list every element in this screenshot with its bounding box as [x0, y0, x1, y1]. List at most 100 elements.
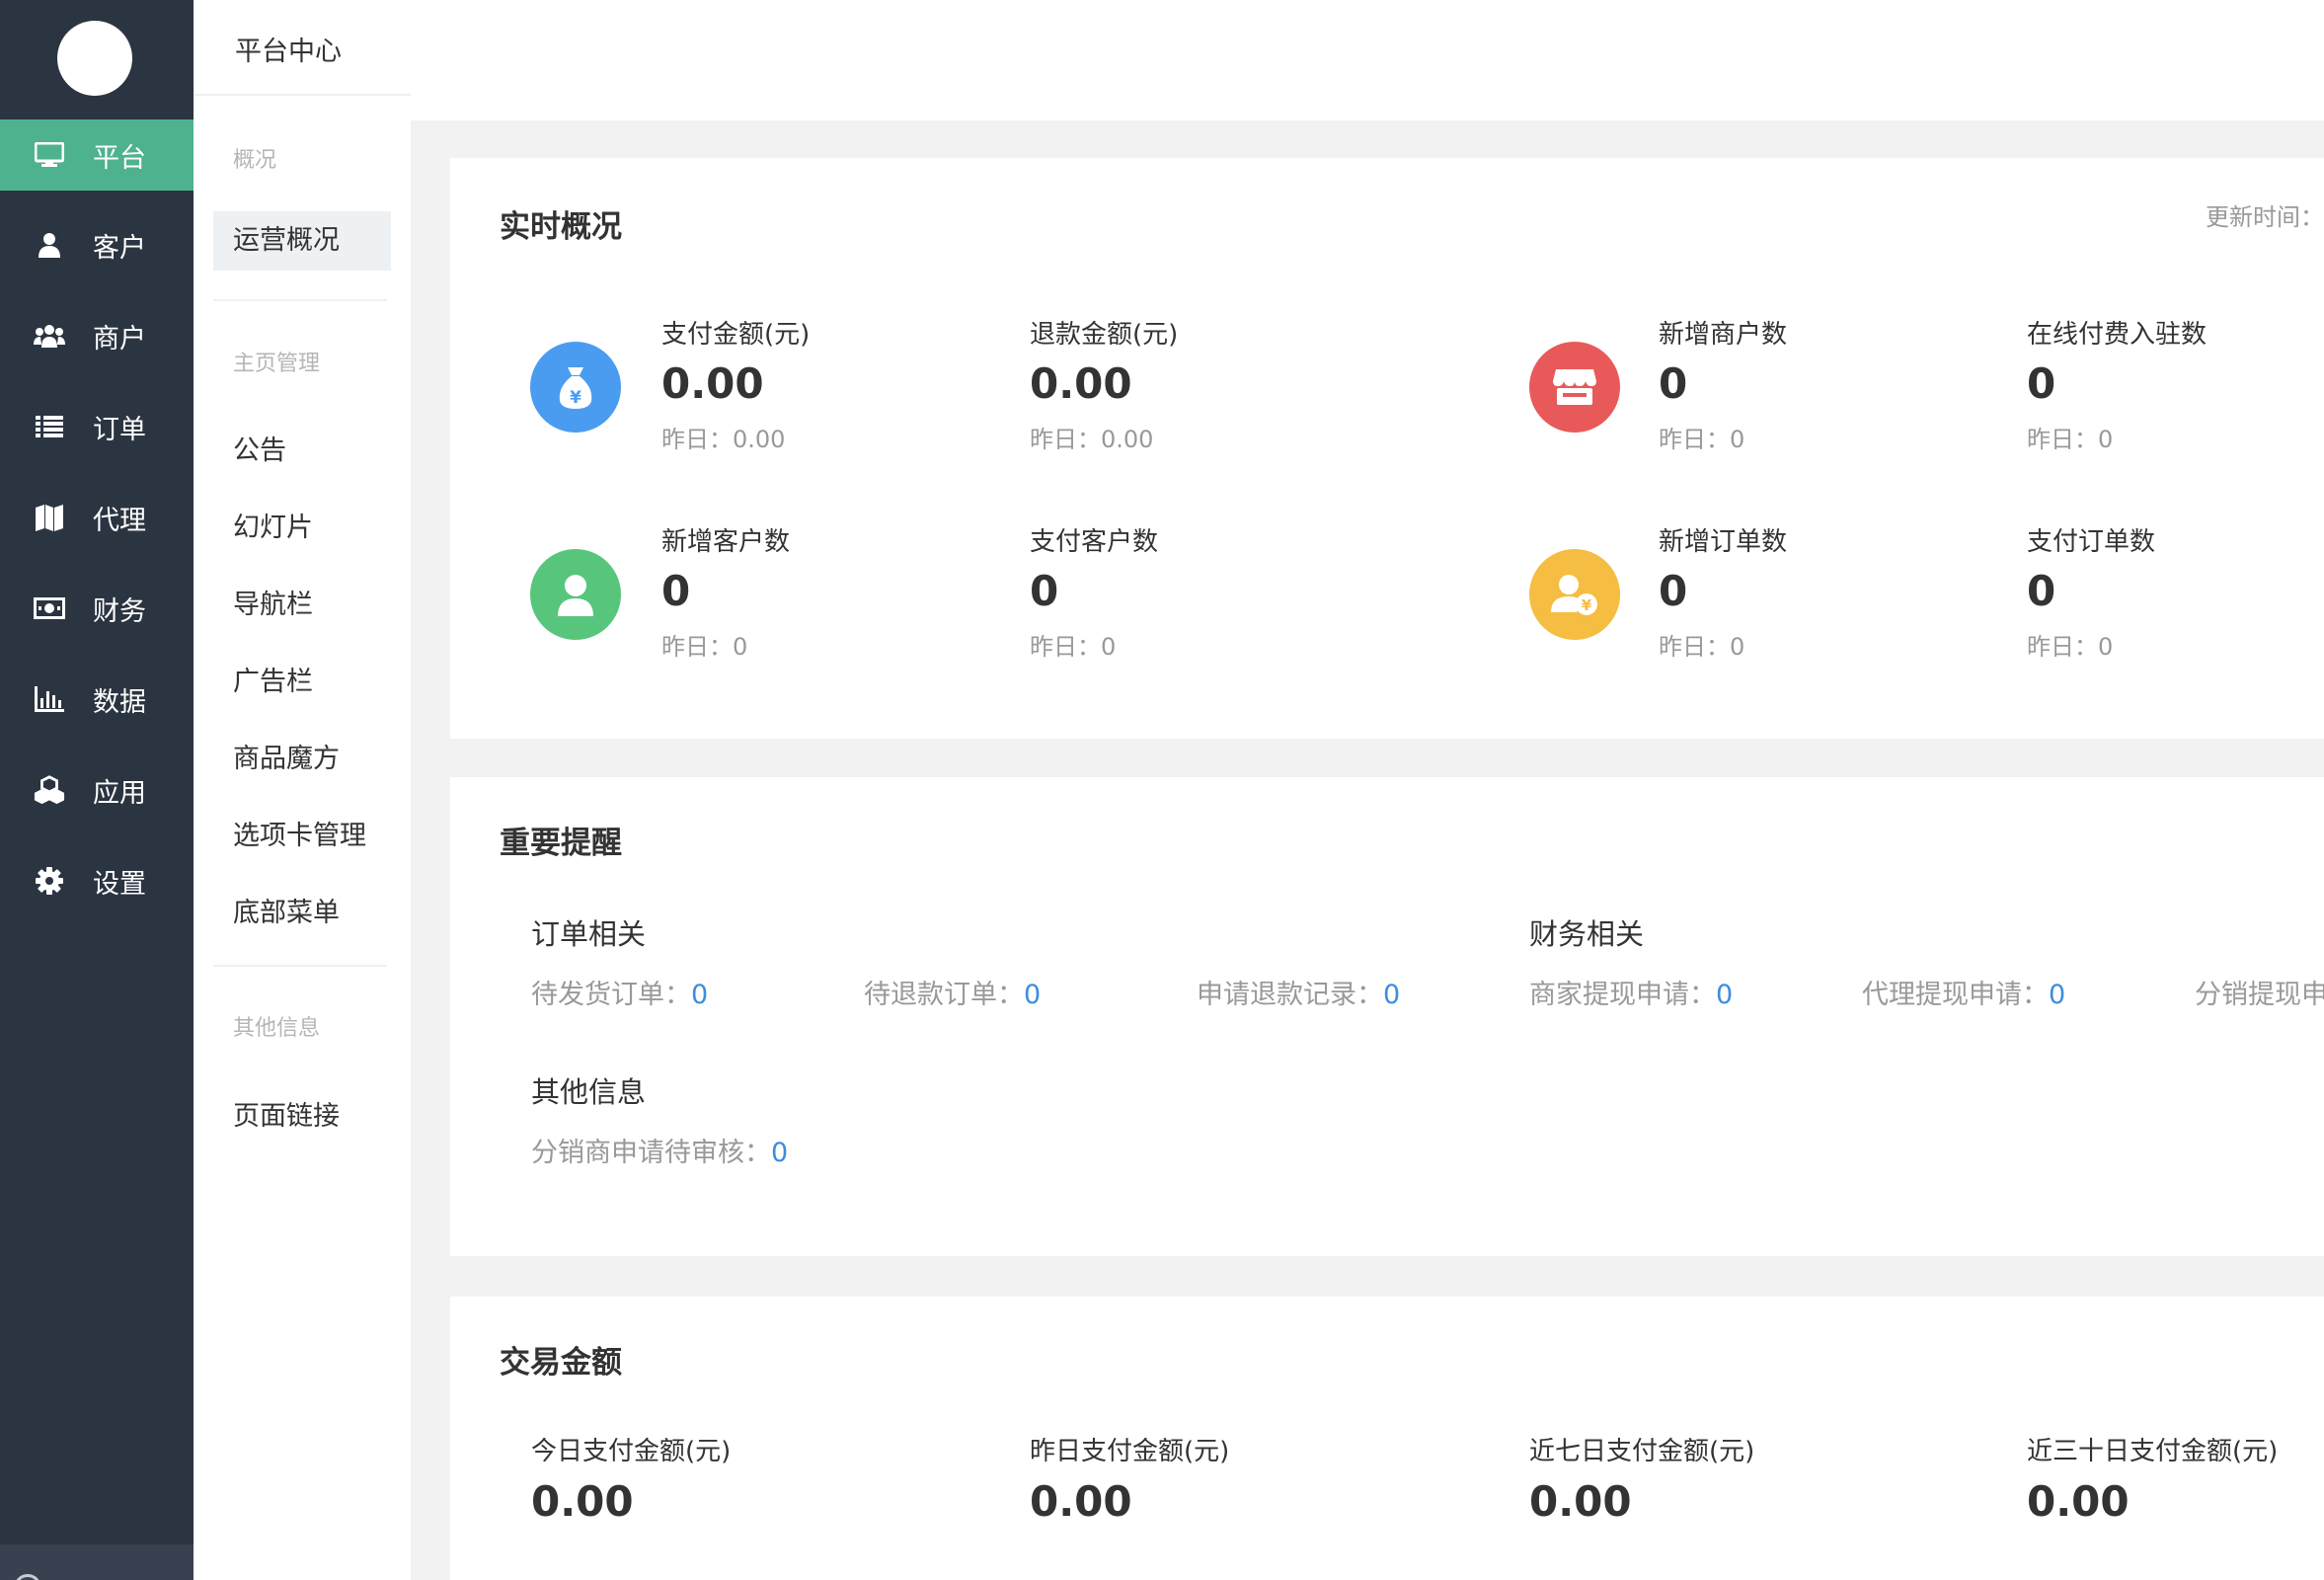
- trade-value: 0.00: [1529, 1477, 1632, 1526]
- stat-value: 0.00: [661, 359, 764, 408]
- stat-value: 0: [1030, 567, 1059, 615]
- sub-item-announcement[interactable]: 公告: [233, 429, 286, 467]
- finance-related-title: 财务相关: [1529, 917, 1645, 951]
- reminder-label: 分销商申请待审核：: [531, 1138, 771, 1168]
- sub-item-operations-overview[interactable]: 运营概况: [213, 211, 391, 271]
- stat-pay-amount: 支付金额(元) 0.00 昨日：0.00: [661, 314, 810, 454]
- nav-item-data[interactable]: 数据: [0, 664, 194, 735]
- sub-item-adbar[interactable]: 广告栏: [233, 660, 313, 698]
- stat-value: 0: [661, 567, 691, 615]
- nav-footer[interactable]: [0, 1544, 194, 1580]
- map-icon: [34, 502, 65, 533]
- nav-label: 财务: [93, 595, 146, 627]
- stat-title: 支付订单数: [2027, 527, 2156, 557]
- trade-last-30-days: 近三十日支付金额(元) 0.00: [2027, 1431, 2278, 1526]
- reminder-count[interactable]: 0: [1716, 980, 1733, 1010]
- nav-item-settings[interactable]: 设置: [0, 845, 194, 916]
- stat-yesterday: 昨日：0.00: [661, 426, 786, 453]
- trade-last-7-days: 近七日支付金额(元) 0.00: [1529, 1431, 1754, 1526]
- nav-item-apps[interactable]: 应用: [0, 754, 194, 826]
- nav-item-order[interactable]: 订单: [0, 391, 194, 462]
- stat-new-merchants: 新增商户数 0 昨日：0: [1659, 314, 1787, 454]
- trade-value: 0.00: [531, 1477, 634, 1526]
- update-time-label: 更新时间：: [2206, 203, 2324, 231]
- money-icon: [34, 592, 65, 624]
- trade-title: 近三十日支付金额(元): [2027, 1437, 2279, 1466]
- divider: [213, 965, 387, 967]
- stat-title: 新增商户数: [1659, 320, 1788, 350]
- stat-title: 退款金额(元): [1030, 320, 1179, 350]
- reminder-count[interactable]: 0: [771, 1138, 788, 1168]
- stat-yesterday: 昨日：0: [1659, 633, 1745, 661]
- stat-title: 新增客户数: [661, 527, 791, 557]
- monitor-icon: [34, 139, 65, 171]
- user-coin-icon: ¥: [1529, 549, 1620, 640]
- trade-yesterday: 昨日支付金额(元) 0.00: [1030, 1431, 1229, 1526]
- list-icon: [34, 411, 65, 442]
- reminder-count[interactable]: 0: [2049, 980, 2065, 1010]
- trade-amount-card: 交易金额 今日支付金额(元) 0.00 昨日支付金额(元) 0.00 近七日支付…: [450, 1297, 2324, 1580]
- stat-title: 在线付费入驻数: [2027, 320, 2208, 350]
- sub-sidebar-title: 平台中心: [235, 37, 342, 67]
- nav-item-customer[interactable]: 客户: [0, 209, 194, 280]
- stat-title: 支付客户数: [1030, 527, 1159, 557]
- other-info-title: 其他信息: [531, 1075, 647, 1109]
- stat-value: 0: [2027, 359, 2056, 408]
- sub-item-product-cube[interactable]: 商品魔方: [233, 737, 340, 775]
- reminder-count[interactable]: 0: [691, 980, 708, 1010]
- nav-item-platform[interactable]: 平台: [0, 119, 194, 191]
- reminder-distributor-review[interactable]: 分销商申请待审核：0: [531, 1131, 788, 1169]
- sub-item-tab-management[interactable]: 选项卡管理: [233, 814, 366, 852]
- reminder-label: 申请退款记录：: [1197, 980, 1383, 1010]
- nav-item-agent[interactable]: 代理: [0, 482, 194, 553]
- reminder-agent-withdraw[interactable]: 代理提现申请：0: [1862, 973, 2065, 1011]
- sub-item-slideshow[interactable]: 幻灯片: [233, 506, 313, 544]
- nav-label: 客户: [93, 232, 146, 264]
- stat-yesterday: 昨日：0: [1030, 633, 1117, 661]
- nav-item-merchant[interactable]: 商户: [0, 300, 194, 371]
- reminder-label: 待退款订单：: [864, 980, 1024, 1010]
- sub-item-page-links[interactable]: 页面链接: [233, 1094, 340, 1133]
- group-label-overview: 概况: [233, 148, 277, 173]
- reminder-label: 分销提现申请：: [2195, 980, 2324, 1010]
- gear-icon: [34, 865, 65, 897]
- trade-today: 今日支付金额(元) 0.00: [531, 1431, 731, 1526]
- trade-value: 0.00: [1030, 1477, 1132, 1526]
- reminder-pending-shipment[interactable]: 待发货订单：0: [531, 973, 708, 1011]
- stat-value: 0: [1659, 567, 1688, 615]
- bar-chart-icon: [34, 683, 65, 715]
- nav-label: 数据: [93, 686, 146, 718]
- users-icon: [34, 320, 65, 352]
- order-related-title: 订单相关: [531, 917, 647, 951]
- user-icon: [530, 549, 621, 640]
- reminder-label: 商家提现申请：: [1529, 980, 1716, 1010]
- logo-avatar[interactable]: [57, 21, 132, 96]
- nav-label: 订单: [93, 414, 146, 445]
- important-reminders-card: 重要提醒 订单相关 待发货订单：0 待退款订单：0 申请退款记录：0 财务相关 …: [450, 777, 2324, 1256]
- section-title: 交易金额: [500, 1345, 622, 1381]
- reminder-count[interactable]: 0: [1024, 980, 1041, 1010]
- reminder-merchant-withdraw[interactable]: 商家提现申请：0: [1529, 973, 1733, 1011]
- group-label-other-info: 其他信息: [233, 1016, 321, 1041]
- stat-value: 0.00: [1030, 359, 1132, 408]
- divider: [213, 299, 387, 301]
- nav-item-finance[interactable]: 财务: [0, 573, 194, 644]
- reminder-distribution-withdraw[interactable]: 分销提现申请：0: [2195, 973, 2324, 1011]
- reminder-pending-refund[interactable]: 待退款订单：0: [864, 973, 1041, 1011]
- store-icon: [1529, 342, 1620, 433]
- stat-new-customers: 新增客户数 0 昨日：0: [661, 521, 790, 662]
- sub-item-navbar[interactable]: 导航栏: [233, 583, 313, 621]
- trade-title: 近七日支付金额(元): [1529, 1437, 1755, 1466]
- reminder-label: 待发货订单：: [531, 980, 691, 1010]
- stat-yesterday: 昨日：0: [661, 633, 748, 661]
- reminder-count[interactable]: 0: [1383, 980, 1400, 1010]
- stat-yesterday: 昨日：0: [1659, 426, 1745, 453]
- sub-item-bottom-menu[interactable]: 底部菜单: [233, 891, 340, 929]
- money-bag-icon: ¥: [530, 342, 621, 433]
- top-header: [411, 0, 2324, 120]
- nav-label: 平台: [93, 142, 146, 174]
- reminder-refund-requests[interactable]: 申请退款记录：0: [1197, 973, 1400, 1011]
- stat-yesterday: 昨日：0: [2027, 426, 2114, 453]
- cubes-icon: [34, 774, 65, 806]
- stat-new-orders: 新增订单数 0 昨日：0: [1659, 521, 1787, 662]
